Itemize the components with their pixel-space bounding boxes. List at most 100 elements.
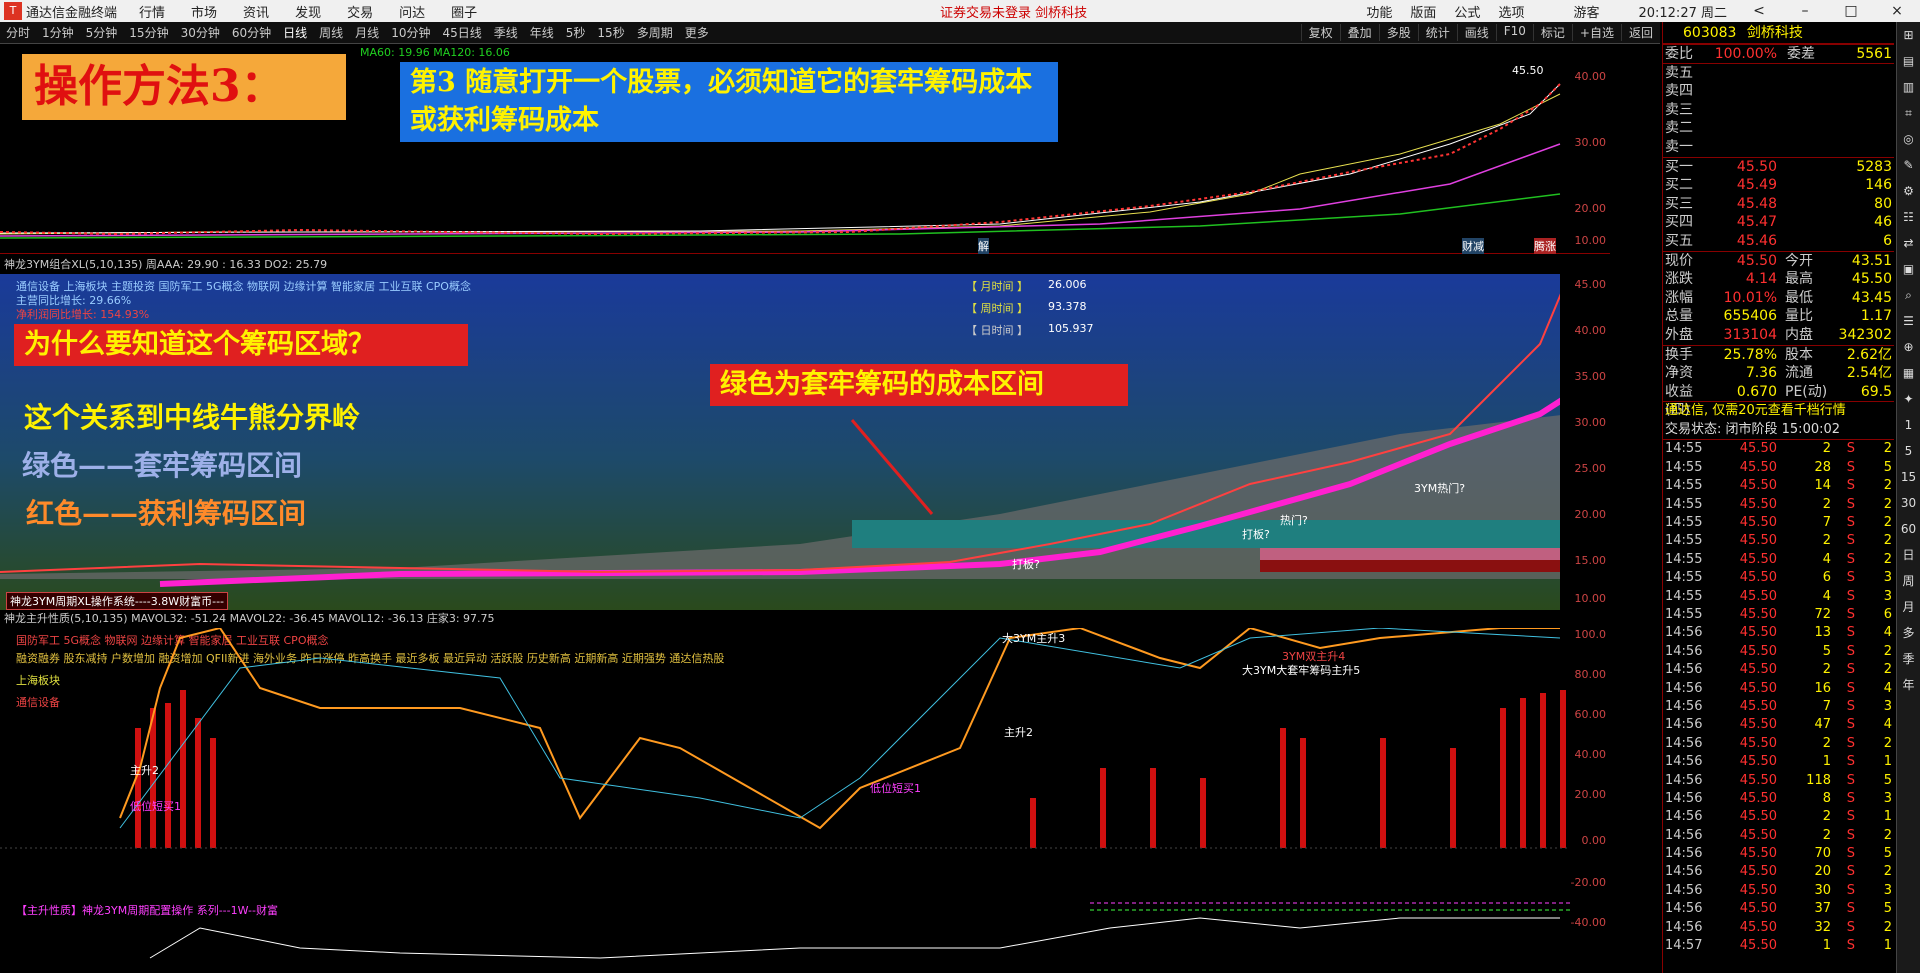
eps: 0.670 [1736, 383, 1777, 400]
sidebar-period-month[interactable]: 月 [1897, 594, 1920, 620]
stock-header[interactable]: 603083 剑桥科技 [1663, 22, 1894, 44]
user-label[interactable]: 游客 [1573, 2, 1599, 21]
period-monthly[interactable]: 月线 [355, 24, 379, 41]
tool-overlay[interactable]: 叠加 [1339, 24, 1379, 41]
period-year[interactable]: 年线 [530, 24, 554, 41]
promo-banner[interactable]: 通达信, 仅需20元查看千档行情 [1663, 402, 1894, 421]
tool-stats[interactable]: 统计 [1417, 24, 1457, 41]
sidebar-period-5[interactable]: 5 [1897, 438, 1920, 464]
period-5min[interactable]: 5分钟 [86, 24, 118, 41]
sidebar-tool-icon[interactable]: ✎ [1897, 152, 1920, 178]
period-toolbar: 分时 1分钟 5分钟 15分钟 30分钟 60分钟 日线 周线 月线 10分钟 … [0, 22, 1660, 44]
tool-add-watchlist[interactable]: +自选 [1571, 24, 1621, 41]
sidebar-tool-icon[interactable]: ☷ [1897, 204, 1920, 230]
tick-volume: 8 [1822, 790, 1831, 806]
tick-list[interactable]: 14:55 45.50 2 S 2 14:55 45.50 28 S 5 14:55 45.50 14 S… [1663, 440, 1894, 955]
tool-adjust[interactable]: 复权 [1300, 24, 1340, 41]
signal-big-rise-3: 大3YM主升3 [1002, 632, 1066, 645]
period-15min[interactable]: 15分钟 [129, 24, 168, 41]
tick-side: S [1846, 882, 1855, 898]
tool-back[interactable]: 返回 [1620, 24, 1660, 41]
tick-time: 14:55 [1665, 533, 1703, 549]
close-icon[interactable]: × [1883, 3, 1911, 19]
tick-row: 14:56 45.50 30 S 3 [1663, 882, 1894, 900]
sidebar-tool-icon[interactable]: ✦ [1897, 386, 1920, 412]
sidebar-tool-icon[interactable]: ⚙ [1897, 178, 1920, 204]
menu-discover[interactable]: 发现 [295, 2, 321, 21]
period-60min[interactable]: 60分钟 [232, 24, 271, 41]
tick-price: 45.50 [1739, 643, 1777, 659]
tool-multi-stock[interactable]: 多股 [1378, 24, 1418, 41]
period-1min[interactable]: 1分钟 [42, 24, 74, 41]
signal-low-buy-1b: 低位短买1 [870, 782, 921, 795]
tick-count: 2 [1883, 919, 1892, 935]
period-10min[interactable]: 10分钟 [391, 24, 430, 41]
minimize-icon[interactable]: – [1791, 3, 1819, 19]
tick-count: 2 [1883, 643, 1892, 659]
maximize-icon[interactable]: □ [1837, 3, 1865, 19]
menu-news[interactable]: 资讯 [243, 2, 269, 21]
period-multi[interactable]: 多周期 [637, 24, 673, 41]
period-more[interactable]: 更多 [685, 24, 709, 41]
sidebar-period-week[interactable]: 周 [1897, 568, 1920, 594]
period-30min[interactable]: 30分钟 [181, 24, 220, 41]
sell4-label: 卖四 [1665, 83, 1693, 100]
period-daily[interactable]: 日线 [283, 24, 307, 41]
tick-count: 3 [1883, 882, 1892, 898]
sidebar-period-60[interactable]: 60 [1897, 516, 1920, 542]
indicator-pane[interactable]: 国防军工 5G概念 物联网 边缘计算 智能家居 工业互联 CPO概念 融资融券 … [0, 628, 1610, 973]
tick-volume: 2 [1822, 441, 1831, 457]
tool-draw[interactable]: 画线 [1456, 24, 1496, 41]
menu-trade[interactable]: 交易 [347, 2, 373, 21]
main-price-axis: 45.00 40.00 35.00 30.00 25.00 20.00 15.0… [1560, 274, 1610, 610]
tool-mark[interactable]: 标记 [1532, 24, 1572, 41]
menu-ask[interactable]: 问达 [399, 2, 425, 21]
sidebar-tool-icon[interactable]: ▣ [1897, 256, 1920, 282]
tick-time: 14:56 [1665, 809, 1703, 825]
tick-volume: 4 [1822, 588, 1831, 604]
login-notice[interactable]: 证券交易未登录 剑桥科技 [940, 2, 1087, 21]
sidebar-tool-icon[interactable]: ⌕ [1897, 282, 1920, 308]
note-line-2: 绿色——套牢筹码区间 [22, 449, 303, 482]
menu-layout[interactable]: 版面 [1410, 2, 1436, 21]
sidebar-tool-icon[interactable]: ▥ [1897, 74, 1920, 100]
arrow-to-zone [850, 419, 934, 515]
sidebar-period-multi[interactable]: 多 [1897, 620, 1920, 646]
period-timeshare[interactable]: 分时 [6, 24, 30, 41]
period-45day[interactable]: 45日线 [442, 24, 481, 41]
sidebar-tool-icon[interactable]: ☰ [1897, 308, 1920, 334]
menu-function[interactable]: 功能 [1366, 2, 1392, 21]
menu-formula[interactable]: 公式 [1454, 2, 1480, 21]
tick-volume: 70 [1814, 846, 1831, 862]
tick-count: 1 [1883, 809, 1892, 825]
indicator-drawing [0, 628, 1570, 959]
tick-time: 14:56 [1665, 735, 1703, 751]
sidebar-tool-icon[interactable]: ▦ [1897, 360, 1920, 386]
sidebar-tool-icon[interactable]: ▤ [1897, 48, 1920, 74]
tick-row: 14:56 45.50 7 S 3 [1663, 698, 1894, 716]
menu-options[interactable]: 选项 [1498, 2, 1524, 21]
menu-market[interactable]: 市场 [191, 2, 217, 21]
signal-limit-up-1: 打板? [1012, 558, 1040, 571]
period-5sec[interactable]: 5秒 [566, 24, 586, 41]
sidebar-period-day[interactable]: 日 [1897, 542, 1920, 568]
sidebar-tool-icon[interactable]: ⇄ [1897, 230, 1920, 256]
sidebar-period-quarter[interactable]: 季 [1897, 646, 1920, 672]
sidebar-period-1[interactable]: 1 [1897, 412, 1920, 438]
tool-f10[interactable]: F10 [1495, 24, 1533, 41]
sidebar-tool-icon[interactable]: ⌗ [1897, 100, 1920, 126]
sidebar-period-30[interactable]: 30 [1897, 490, 1920, 516]
menu-quotes[interactable]: 行情 [139, 2, 165, 21]
sidebar-period-15[interactable]: 15 [1897, 464, 1920, 490]
sidebar-period-year[interactable]: 年 [1897, 672, 1920, 698]
menu-circle[interactable]: 圈子 [451, 2, 477, 21]
sidebar-tool-icon[interactable]: ⊕ [1897, 334, 1920, 360]
period-weekly[interactable]: 周线 [319, 24, 343, 41]
sidebar-tool-icon[interactable]: ◎ [1897, 126, 1920, 152]
period-quarter[interactable]: 季线 [494, 24, 518, 41]
tick-time: 14:56 [1665, 864, 1703, 880]
float-shares: 2.54亿 [1846, 365, 1892, 382]
back-icon[interactable]: < [1745, 3, 1773, 19]
sidebar-tool-icon[interactable]: ⊞ [1897, 22, 1920, 48]
period-15sec[interactable]: 15秒 [597, 24, 624, 41]
